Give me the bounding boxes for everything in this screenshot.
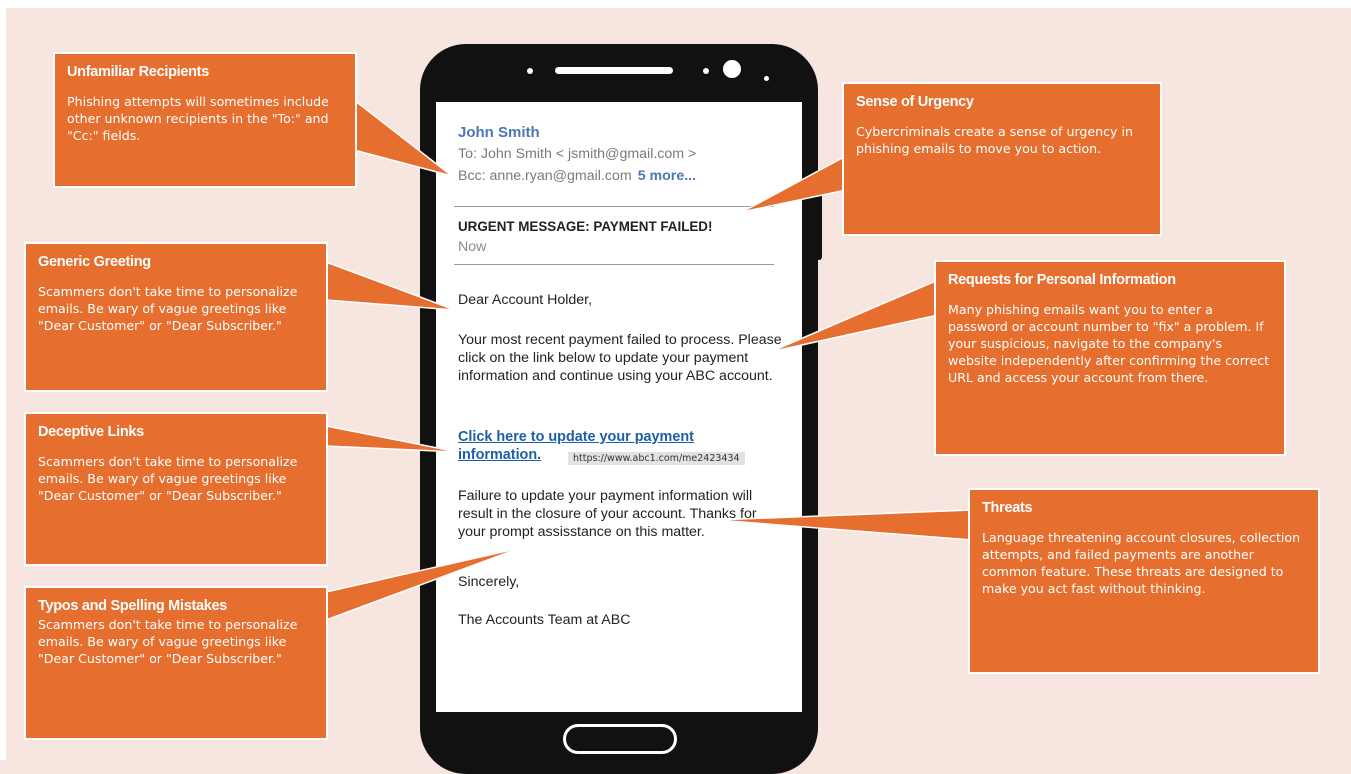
pointer-generic-greeting bbox=[325, 260, 456, 311]
callout-title: Sense of Urgency bbox=[856, 94, 974, 110]
callout-title: Unfamiliar Recipients bbox=[67, 64, 209, 80]
callout-typos: Typos and Spelling Mistakes Scammers don… bbox=[24, 586, 328, 740]
callout-unfamiliar-recipients: Unfamiliar Recipients Phishing attempts … bbox=[53, 52, 357, 188]
callout-title: Generic Greeting bbox=[38, 254, 151, 270]
pointer-typos bbox=[325, 547, 521, 622]
callout-body: Many phishing emails want you to enter a… bbox=[948, 302, 1270, 385]
callout-title: Requests for Personal Information bbox=[948, 272, 1176, 288]
pointer-threats bbox=[715, 509, 973, 541]
callout-body: Scammers don't take time to personalize … bbox=[38, 617, 298, 666]
pointer-unfamiliar-recipients bbox=[353, 98, 453, 177]
callout-body: Scammers don't take time to personalize … bbox=[38, 454, 298, 503]
pointer-sense-of-urgency bbox=[741, 154, 847, 213]
callout-title: Threats bbox=[982, 500, 1033, 516]
callout-sense-of-urgency: Sense of Urgency Cybercriminals create a… bbox=[842, 82, 1162, 236]
callout-body: Phishing attempts will sometimes include… bbox=[67, 94, 329, 143]
pointer-personal-information bbox=[769, 278, 939, 353]
callout-deceptive-links: Deceptive Links Scammers don't take time… bbox=[24, 412, 328, 566]
callout-personal-information: Requests for Personal Information Many p… bbox=[934, 260, 1286, 456]
callout-title: Deceptive Links bbox=[38, 424, 144, 440]
callout-threats: Threats Language threatening account clo… bbox=[968, 488, 1320, 674]
callout-title: Typos and Spelling Mistakes bbox=[38, 598, 228, 614]
callout-body: Language threatening account closures, c… bbox=[982, 530, 1301, 596]
pointer-deceptive-links bbox=[325, 425, 459, 453]
callout-body: Cybercriminals create a sense of urgency… bbox=[856, 124, 1133, 156]
callout-body: Scammers don't take time to personalize … bbox=[38, 284, 298, 333]
callout-generic-greeting: Generic Greeting Scammers don't take tim… bbox=[24, 242, 328, 392]
